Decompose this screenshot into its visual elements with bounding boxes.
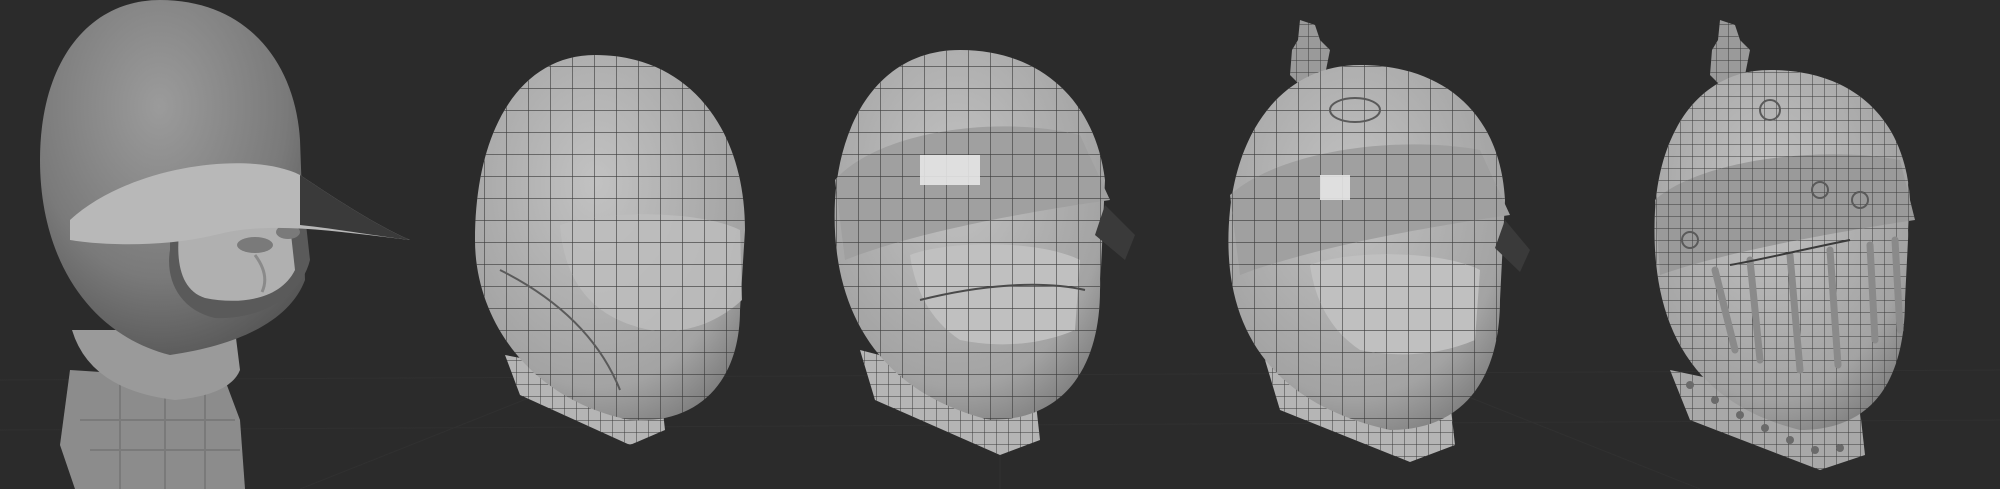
helmet-base-mesh-icon[interactable] xyxy=(475,55,745,445)
sculpted-head-with-cap-icon[interactable] xyxy=(40,0,410,489)
helmet-with-brim-icon[interactable] xyxy=(834,50,1135,455)
helmet-with-crest-icon[interactable] xyxy=(1228,20,1530,462)
scene-canvas xyxy=(0,0,2000,489)
3d-viewport[interactable] xyxy=(0,0,2000,489)
helmet-final-detail-icon[interactable] xyxy=(1654,20,1915,470)
